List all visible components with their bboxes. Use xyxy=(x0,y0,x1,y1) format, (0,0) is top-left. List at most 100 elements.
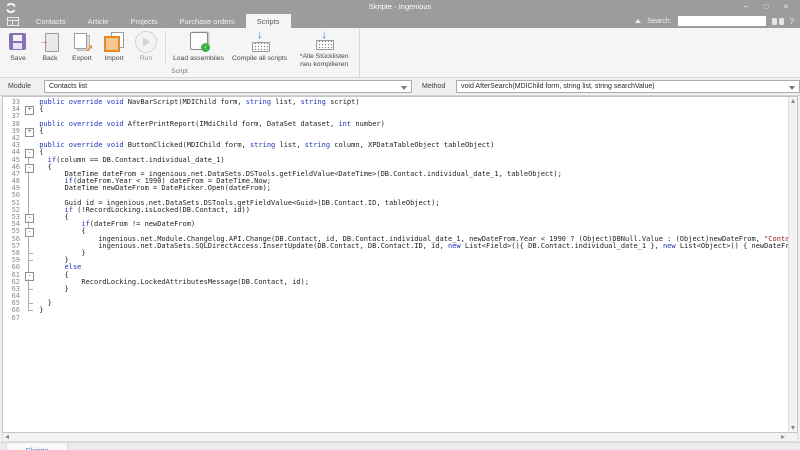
tab-purchase-orders[interactable]: Purchase orders xyxy=(169,14,246,28)
tab-contacts[interactable]: Contacts xyxy=(25,14,77,28)
code-line[interactable]: 59 } xyxy=(3,257,788,264)
advanced-search-icon[interactable] xyxy=(772,17,784,26)
scroll-up-icon[interactable] xyxy=(791,99,795,103)
fold-toggle-icon[interactable] xyxy=(23,164,35,171)
fold-toggle-icon[interactable] xyxy=(23,128,35,135)
fold-margin xyxy=(23,185,35,192)
fold-toggle-icon[interactable] xyxy=(23,272,35,279)
load-assemblies-button[interactable]: Load assemblies xyxy=(169,28,228,68)
run-button[interactable]: Run xyxy=(130,28,162,68)
fold-margin xyxy=(23,236,35,243)
fold-toggle-icon[interactable] xyxy=(23,106,35,113)
fold-margin xyxy=(23,171,35,178)
code-line[interactable]: 49 DateTime newDateFrom = DatePicker.Ope… xyxy=(3,185,788,192)
ribbon-group-script: Save Back Export Import Run Load assemblies Co… xyxy=(0,28,360,77)
code-line[interactable]: 34 { xyxy=(3,106,788,113)
vertical-scrollbar[interactable] xyxy=(788,97,797,432)
tab-scripts[interactable]: Scripts xyxy=(246,14,291,28)
fold-toggle-icon[interactable] xyxy=(23,149,35,156)
code-line[interactable]: 64 xyxy=(3,293,788,300)
code-text: } xyxy=(35,307,43,314)
code-line[interactable]: 39 { xyxy=(3,128,788,135)
compile-icon xyxy=(248,30,272,54)
fold-margin xyxy=(23,315,35,322)
method-dropdown-value: void AfterSearch(MDIChild form, string l… xyxy=(461,83,655,90)
export-icon xyxy=(70,30,94,54)
fold-margin xyxy=(23,221,35,228)
horizontal-scrollbar[interactable] xyxy=(2,433,798,442)
code-editor: 33 public override void NavBarScript(MDI… xyxy=(2,96,798,433)
code-text: ingenious.net.DataSets.SQLDirectAccess.I… xyxy=(35,243,788,250)
ribbon-button-label: Run xyxy=(140,55,152,63)
ribbon-button-label: Compile all scripts xyxy=(232,55,287,63)
compile-button[interactable]: Compile all scripts xyxy=(228,28,291,68)
ribbon-tabs: ContactsArticleProjectsPurchase ordersSc… xyxy=(25,14,291,28)
import-icon xyxy=(102,30,126,54)
code-line[interactable]: 33 public override void NavBarScript(MDI… xyxy=(3,99,788,106)
app-menu-icon[interactable] xyxy=(7,17,19,26)
code-area[interactable]: 33 public override void NavBarScript(MDI… xyxy=(3,97,788,432)
scroll-right-icon[interactable] xyxy=(781,435,785,439)
search-input[interactable] xyxy=(678,16,766,26)
fold-margin xyxy=(23,192,35,199)
code-text: public override void NavBarScript(MDIChi… xyxy=(35,99,360,106)
module-dropdown[interactable]: Contacts list xyxy=(44,80,412,93)
code-text: public override void AfterPrintReport(IM… xyxy=(35,121,385,128)
code-line[interactable]: 58 } xyxy=(3,250,788,257)
help-icon[interactable]: ? xyxy=(790,17,794,26)
ribbon-button-label: Import xyxy=(104,55,123,63)
code-line[interactable]: 52 if (!RecordLocking.isLocked(DB.Contac… xyxy=(3,207,788,214)
code-line[interactable]: 38 public override void AfterPrintReport… xyxy=(3,121,788,128)
code-line[interactable]: 60 else xyxy=(3,264,788,271)
fold-margin xyxy=(23,99,35,106)
fold-margin xyxy=(23,121,35,128)
fold-margin xyxy=(23,135,35,142)
search-label: Search: xyxy=(647,18,671,25)
chevron-down-icon xyxy=(789,86,795,90)
fold-margin xyxy=(23,113,35,120)
ribbon-button-label: Back xyxy=(42,55,57,63)
code-line[interactable]: 45 if(column == DB.Contact.individual_da… xyxy=(3,157,788,164)
scroll-down-icon[interactable] xyxy=(791,426,795,430)
export-button[interactable]: Export xyxy=(66,28,98,68)
minimize-button[interactable]: – xyxy=(736,0,756,13)
close-button[interactable]: × xyxy=(776,0,796,13)
ribbon-group-buttons: Save Back Export Import Run Load assemblies Co… xyxy=(2,28,357,68)
code-line[interactable]: 63 } xyxy=(3,286,788,293)
code-line[interactable]: 62 RecordLocking.LockedAttributesMessage… xyxy=(3,279,788,286)
code-line[interactable]: 43 public override void ButtonClicked(MD… xyxy=(3,142,788,149)
tab-article[interactable]: Article xyxy=(77,14,120,28)
code-line[interactable]: 67 xyxy=(3,315,788,322)
fold-margin xyxy=(23,200,35,207)
back-button[interactable]: Back xyxy=(34,28,66,68)
code-text: DateTime newDateFrom = DatePicker.Open(d… xyxy=(35,185,271,192)
fold-margin xyxy=(23,243,35,250)
method-label: Method xyxy=(412,83,456,90)
fold-margin xyxy=(23,178,35,185)
collapse-ribbon-icon[interactable] xyxy=(635,19,641,23)
save-button[interactable]: Save xyxy=(2,28,34,68)
ribbon-button-label: Load assemblies xyxy=(173,55,224,63)
method-dropdown[interactable]: void AfterSearch(MDIChild form, string l… xyxy=(456,80,800,93)
tab-projects[interactable]: Projects xyxy=(119,14,168,28)
fold-toggle-icon[interactable] xyxy=(23,228,35,235)
fold-margin xyxy=(23,286,35,293)
ribbon-separator xyxy=(165,31,166,65)
code-line[interactable]: 54 if(dateFrom != newDateFrom) xyxy=(3,221,788,228)
maximize-button[interactable]: □ xyxy=(756,0,776,13)
code-line[interactable]: 66 } xyxy=(3,307,788,314)
import-button[interactable]: Import xyxy=(98,28,130,68)
fold-margin xyxy=(23,257,35,264)
doctab-skripte[interactable]: Skripte xyxy=(6,443,68,450)
scroll-left-icon[interactable] xyxy=(5,435,9,439)
run-icon xyxy=(134,30,158,54)
fold-margin xyxy=(23,250,35,257)
code-line[interactable]: 57 ingenious.net.DataSets.SQLDirectAcces… xyxy=(3,243,788,250)
compile-button[interactable]: *Alle Stücklisten neu kompilieren xyxy=(291,28,357,68)
code-line[interactable]: 65 } xyxy=(3,300,788,307)
module-method-row: Module Contacts list Method void AfterSe… xyxy=(0,78,800,96)
code-text: } xyxy=(35,286,69,293)
fold-toggle-icon[interactable] xyxy=(23,214,35,221)
code-text: RecordLocking.LockedAttributesMessage(DB… xyxy=(35,279,309,286)
save-icon xyxy=(6,30,30,54)
